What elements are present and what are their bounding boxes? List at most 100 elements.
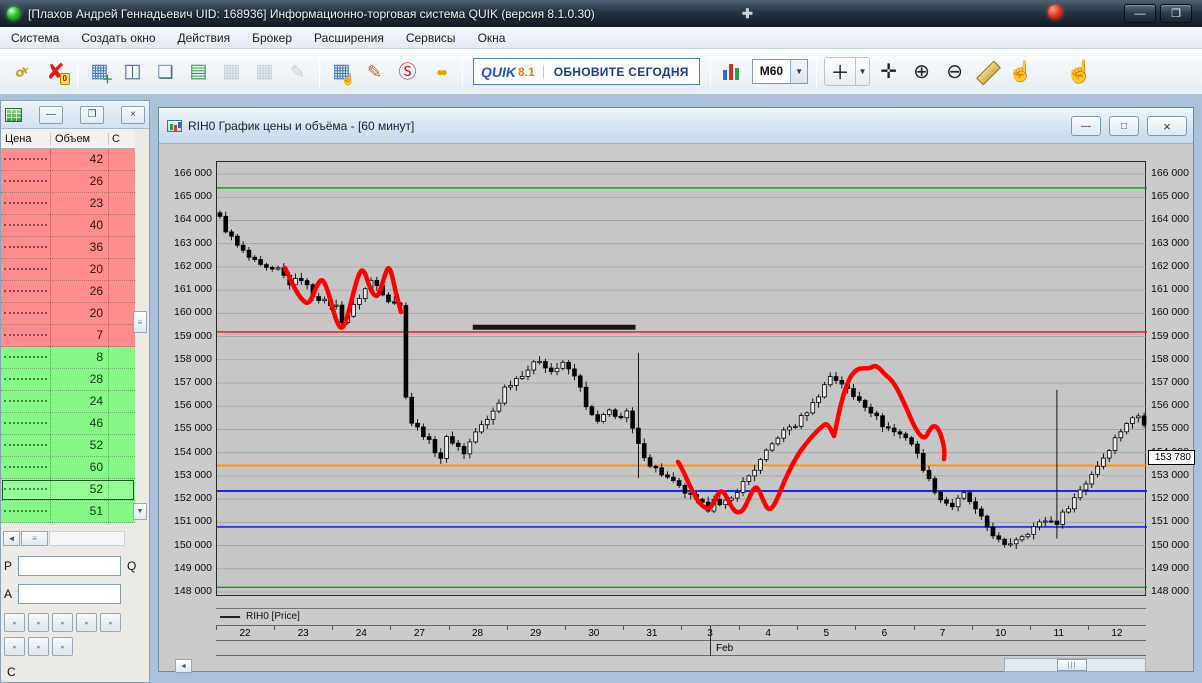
new-window-icon[interactable]: ❏ xyxy=(150,56,181,87)
chart-minimize-button[interactable]: — xyxy=(1071,116,1101,136)
hscroll-left-arrow-icon[interactable]: ◄ xyxy=(3,531,20,546)
orderbook-row[interactable]: 28 xyxy=(1,369,135,391)
orderbook-row[interactable]: 26 xyxy=(1,281,135,303)
key-icon[interactable] xyxy=(7,56,38,87)
chart-plot-area[interactable] xyxy=(216,161,1147,597)
zoom-out-icon[interactable]: ⊖ xyxy=(939,56,970,87)
move-tool-icon[interactable]: ✛ xyxy=(873,56,904,87)
axis-tick-label: 166 000 xyxy=(174,167,212,179)
orderbook-close-button[interactable]: × xyxy=(121,105,145,124)
disconnect-icon[interactable]: ✘ 0 xyxy=(40,56,71,87)
menu-create-window[interactable]: Создать окно xyxy=(70,28,166,48)
ob-quick-button[interactable]: ▪ xyxy=(4,613,25,632)
axis-tick-label: 156 000 xyxy=(174,399,212,412)
menu-broker[interactable]: Брокер xyxy=(241,28,303,48)
orderbook-row[interactable]: 20 xyxy=(1,303,135,325)
orderbook-vscrollbar[interactable]: ≡ ▼ xyxy=(133,149,148,523)
new-order-icon[interactable]: ✎ xyxy=(359,56,390,87)
candlestick-chart[interactable] xyxy=(217,162,1147,597)
edit-table-icon[interactable]: ✎ xyxy=(282,56,313,87)
orderbook-row[interactable]: 51 xyxy=(1,501,135,523)
orderbook-row[interactable]: 60 xyxy=(1,457,135,479)
chart-titlebar[interactable]: RIH0 График цены и объёма - [60 минут] —… xyxy=(159,108,1193,144)
a-label: А xyxy=(4,587,13,601)
table-icon-1[interactable]: ▦ xyxy=(216,56,247,87)
chart-scroll-left-arrow-icon[interactable]: ◄ xyxy=(175,659,192,673)
timeframe-select[interactable]: M60 ▼ xyxy=(751,59,809,84)
chart-hscroll-thumb[interactable]: ||| xyxy=(1057,659,1087,671)
ob-quick-button[interactable]: ▪ xyxy=(76,613,97,632)
orders-table-icon[interactable]: ▦ ☝ xyxy=(326,56,357,87)
hscroll-thumb[interactable]: ≡ xyxy=(21,531,48,546)
orderbook-row[interactable]: 23 xyxy=(1,193,135,215)
zoom-in-icon[interactable]: ⊕ xyxy=(906,56,937,87)
price-input[interactable] xyxy=(18,556,121,576)
ob-quick-button[interactable]: ▪ xyxy=(28,637,49,656)
chart-hscrollbar[interactable]: ||| xyxy=(1004,658,1146,672)
column-header-price[interactable]: Цена xyxy=(1,132,51,145)
quotes-table-icon[interactable]: ▤ xyxy=(183,56,214,87)
crosshair-tool[interactable]: ＋ ▼ xyxy=(824,57,871,86)
chart-maximize-button[interactable]: □ xyxy=(1109,116,1139,136)
orderbook-row[interactable]: 24 xyxy=(1,391,135,413)
axis-tick-label: 149 000 xyxy=(174,561,212,574)
quik-update-banner[interactable]: QUIK 8.1 ОБНОВИТЕ СЕГОДНЯ xyxy=(473,58,700,85)
window-title: [Плахов Андрей Геннадьевич UID: 168936] … xyxy=(28,6,595,21)
axis-tick-label: 156 000 xyxy=(1151,399,1189,412)
ob-quick-button[interactable]: ▪ xyxy=(52,637,73,656)
column-header-c[interactable]: С xyxy=(109,133,135,145)
hscroll-track[interactable] xyxy=(49,531,125,546)
orderbook-row[interactable]: 7 xyxy=(1,325,135,347)
pan-hand-icon[interactable]: ☝ xyxy=(1064,56,1095,87)
menu-actions[interactable]: Действия xyxy=(167,28,242,48)
amount-input[interactable] xyxy=(18,584,121,604)
menu-extensions[interactable]: Расширения xyxy=(303,28,395,48)
p-label: Р xyxy=(4,559,13,573)
notification-dot-icon[interactable] xyxy=(1048,5,1062,19)
orderbook-row[interactable]: 42 xyxy=(1,149,135,171)
volume-cell: 28 xyxy=(51,369,109,390)
restore-button[interactable]: ❐ xyxy=(1160,4,1192,23)
pin-icon[interactable]: ✚ xyxy=(742,6,753,22)
orderbook-row[interactable]: 8 xyxy=(1,347,135,369)
pointer-hand-icon[interactable]: ☝ xyxy=(1005,56,1036,87)
vscroll-down-arrow-icon[interactable]: ▼ xyxy=(133,503,147,520)
chart-style-icon[interactable] xyxy=(717,56,748,87)
menu-system[interactable]: Система xyxy=(0,28,70,48)
update-today-button[interactable]: ОБНОВИТЕ СЕГОДНЯ xyxy=(542,64,699,79)
orderbook-row[interactable]: 26 xyxy=(1,171,135,193)
new-table-icon[interactable]: ▦ ＋ xyxy=(84,56,115,87)
ob-quick-button[interactable]: ▪ xyxy=(4,637,25,656)
date-axis: 222324272829303134567101112 xyxy=(216,625,1146,641)
date-tick-label: 24 xyxy=(355,628,367,639)
orderbook-row[interactable]: 52 xyxy=(1,479,135,501)
orderbook-minimize-button[interactable]: — xyxy=(39,105,63,124)
orderbook-row[interactable]: 20 xyxy=(1,259,135,281)
axis-tick-label: 163 000 xyxy=(1151,236,1189,249)
minimize-button[interactable]: — xyxy=(1124,4,1156,23)
ob-quick-button[interactable]: ▪ xyxy=(28,613,49,632)
orderbook-header: Цена Объем С xyxy=(1,129,135,149)
new-chart-icon[interactable]: ◫ xyxy=(117,56,148,87)
chart-close-button[interactable]: × xyxy=(1147,116,1187,136)
menu-windows[interactable]: Окна xyxy=(467,28,517,48)
orderbook-titlebar[interactable]: — ❐ × xyxy=(1,101,149,129)
q-label: Q xyxy=(127,559,137,573)
menu-services[interactable]: Сервисы xyxy=(395,28,467,48)
money-icon[interactable]: ●● xyxy=(425,56,456,87)
orderbook-row[interactable]: 46 xyxy=(1,413,135,435)
table-icon-2[interactable]: ▦ xyxy=(249,56,280,87)
stop-order-icon[interactable]: Ⓢ xyxy=(392,56,423,87)
column-header-volume[interactable]: Объем xyxy=(51,132,109,145)
orderbook-row[interactable]: 40 xyxy=(1,215,135,237)
axis-tick-label: 160 000 xyxy=(174,306,212,319)
orderbook-maximize-button[interactable]: ❐ xyxy=(80,105,104,124)
orderbook-row[interactable]: 36 xyxy=(1,237,135,259)
orderbook-row[interactable]: 52 xyxy=(1,435,135,457)
ob-quick-button[interactable]: ▪ xyxy=(100,613,121,632)
ruler-icon[interactable] xyxy=(972,56,1003,87)
vscroll-thumb[interactable]: ≡ xyxy=(133,311,147,333)
volume-cell: 40 xyxy=(51,215,109,236)
orderbook-hscrollbar[interactable]: ◄ ≡ xyxy=(3,531,125,546)
ob-quick-button[interactable]: ▪ xyxy=(52,613,73,632)
